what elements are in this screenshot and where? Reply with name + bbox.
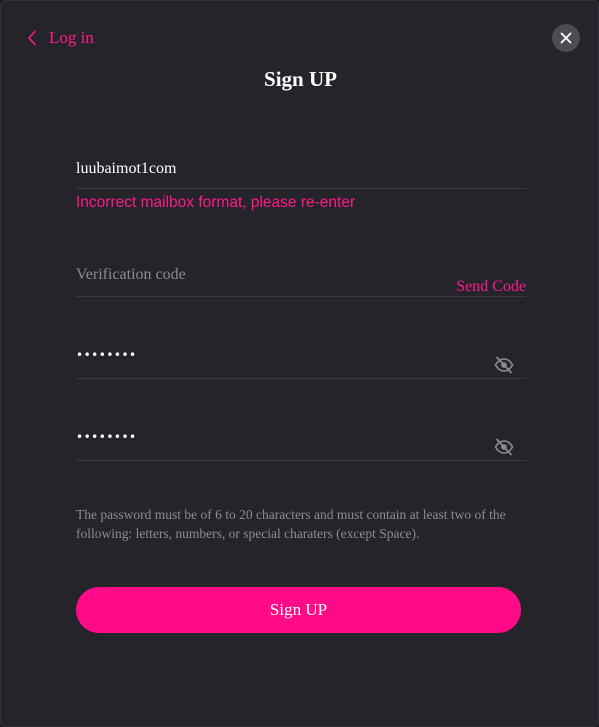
page-title: Sign UP [264,67,337,91]
close-icon [560,32,572,44]
confirm-password-value: •••••••• [76,430,137,444]
eye-off-icon[interactable] [494,356,514,374]
chevron-left-icon [28,30,36,46]
back-label: Log in [49,28,94,47]
password-hint: The password must be of 6 to 20 characte… [76,507,506,541]
password-value: •••••••• [76,348,137,362]
email-error-message: Incorrect mailbox format, please re-ente… [76,194,356,211]
signup-dialog: Log in Sign UP luubaimot1com Incorrect m… [0,0,599,727]
email-value: luubaimot1com [76,160,177,177]
confirm-password-field[interactable]: •••••••• [76,421,526,461]
eye-off-icon[interactable] [494,438,514,456]
close-button[interactable] [552,24,580,52]
sign-up-label: Sign UP [269,600,328,619]
email-field[interactable]: luubaimot1com [76,151,526,189]
verification-code-placeholder: Verification code [76,266,186,283]
verification-code-field[interactable]: Verification code Send Code [76,256,526,297]
sign-up-button[interactable]: Sign UP [76,587,521,633]
password-field[interactable]: •••••••• [76,339,526,379]
send-code-button[interactable]: Send Code [456,278,526,296]
back-to-login-link[interactable]: Log in [27,26,94,50]
